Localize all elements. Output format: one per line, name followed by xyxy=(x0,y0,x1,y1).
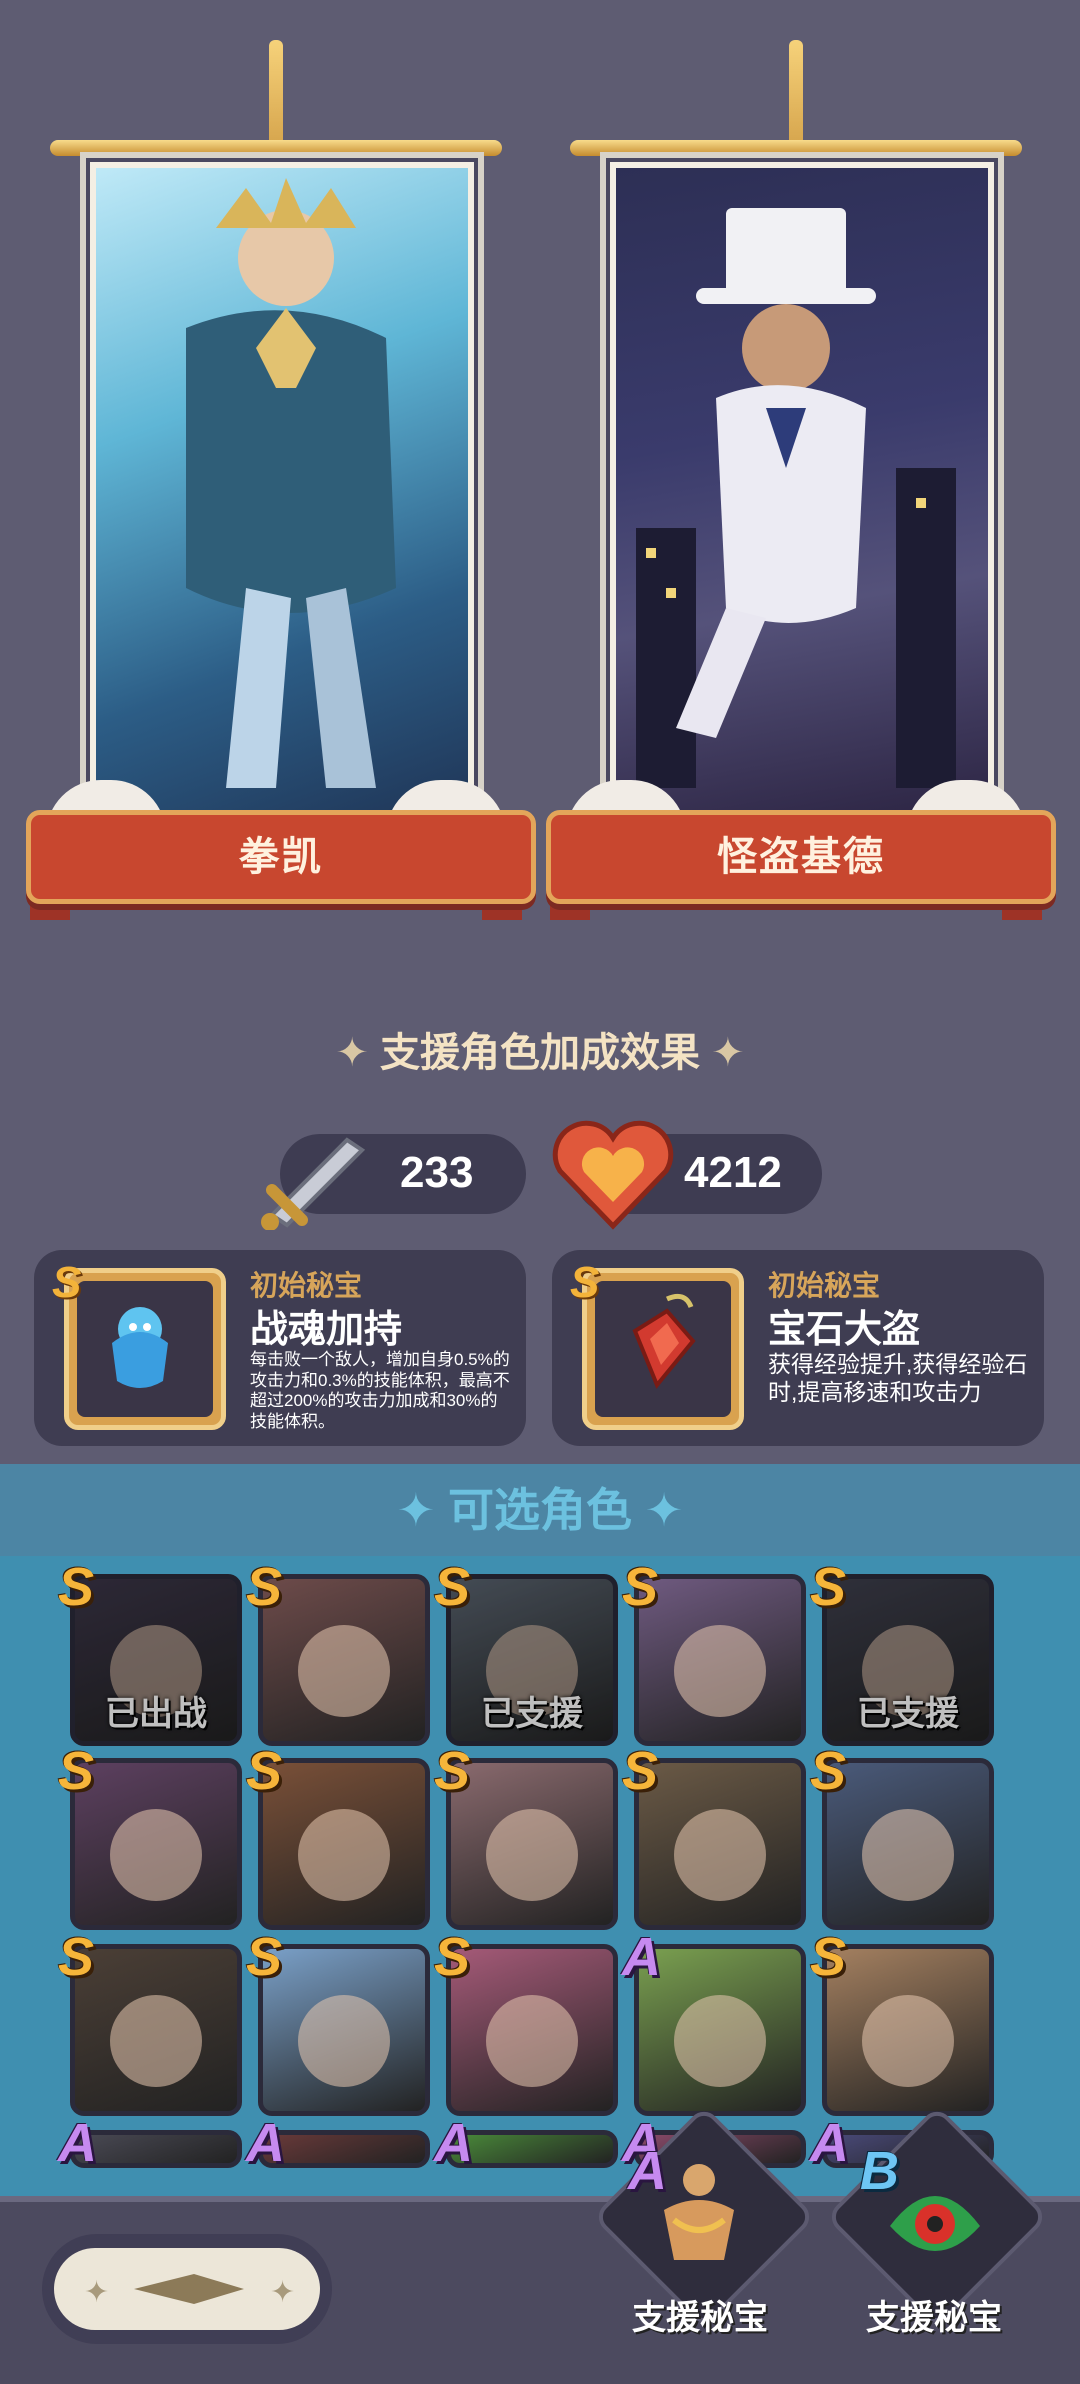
hero-name-ribbon: 拳凯 xyxy=(26,810,536,904)
character-grade-badge: S xyxy=(622,1557,659,1617)
character-status: 已支援 xyxy=(481,1695,583,1733)
character-grade-badge: A xyxy=(58,2113,97,2173)
ornament-icon: ✦ xyxy=(396,1484,448,1536)
featured-hero-2[interactable]: 怪盗基德 xyxy=(546,40,1056,940)
treasure-icon-box xyxy=(64,1268,226,1430)
hero-name-ribbon: 怪盗基德 xyxy=(546,810,1056,904)
character-portrait xyxy=(862,1995,954,2087)
character-portrait xyxy=(674,1995,766,2087)
treasure-icon-box xyxy=(582,1268,744,1430)
hero-name: 怪盗基德 xyxy=(717,835,885,879)
roster-character-tile[interactable] xyxy=(446,1758,618,1930)
character-portrait xyxy=(298,1995,390,2087)
ornament-icon: ✦ xyxy=(711,1031,745,1075)
character-status: 已支援 xyxy=(857,1695,959,1733)
bonus-section-title: ✦ 支援角色加成效果 ✦ xyxy=(0,1020,1080,1078)
character-status: 已出战 xyxy=(105,1695,207,1733)
back-button[interactable]: ✦ ✦ xyxy=(42,2234,332,2344)
character-grade-badge: S xyxy=(434,1741,471,1801)
character-grade-badge: S xyxy=(434,1927,471,1987)
treasure-tier: S xyxy=(570,1258,600,1307)
sword-icon xyxy=(261,1137,366,1230)
bonus-title-text: 支援角色加成效果 xyxy=(380,1031,700,1075)
roster-character-tile[interactable]: 已支援 xyxy=(446,1574,618,1746)
roster-character-tile[interactable] xyxy=(634,1574,806,1746)
character-grade-badge: A xyxy=(246,2113,285,2173)
roster-title-text: 可选角色 xyxy=(448,1484,632,1536)
treasure-description: 每击败一个敌人，增加自身0.5%的攻击力和0.3%的技能体积，最高不超过200%… xyxy=(250,1350,510,1432)
svg-text:✦: ✦ xyxy=(84,2275,109,2310)
roster-character-tile[interactable] xyxy=(822,1758,994,1930)
character-grade-badge: S xyxy=(434,1557,471,1617)
character-grade-badge: S xyxy=(810,1741,847,1801)
treasure-card-2[interactable]: S 初始秘宝 宝石大盗 获得经验提升,获得经验石时,提高移速和攻击力 xyxy=(552,1250,1044,1446)
treasure-name: 宝石大盗 xyxy=(768,1309,921,1351)
hero-illustration xyxy=(186,178,396,788)
roster-character-tile[interactable] xyxy=(634,1758,806,1930)
character-portrait xyxy=(110,1809,202,1901)
character-grade-badge: S xyxy=(810,1927,847,1987)
character-grade-badge: S xyxy=(58,1557,95,1617)
character-grade-badge: S xyxy=(246,1927,283,1987)
hero-illustration xyxy=(636,208,956,788)
character-grade-badge: S xyxy=(810,1557,847,1617)
support-slot-grade: A xyxy=(628,2141,667,2201)
treasure-description: 获得经验提升,获得经验石时,提高移速和攻击力 xyxy=(768,1351,1028,1406)
character-portrait xyxy=(486,1809,578,1901)
character-grade-badge: A xyxy=(434,2113,473,2173)
treasure-tier: S xyxy=(52,1258,82,1307)
character-portrait xyxy=(298,1809,390,1901)
character-portrait xyxy=(110,1995,202,2087)
character-portrait xyxy=(75,2135,237,2168)
roster-character-tile[interactable] xyxy=(822,1944,994,2116)
character-grade-badge: A xyxy=(622,1927,661,1987)
support-slot-label: 支援秘宝 xyxy=(866,2299,1002,2337)
roster-character-tile[interactable]: 已支援 xyxy=(822,1574,994,1746)
character-grade-badge: S xyxy=(58,1927,95,1987)
roster-character-tile[interactable] xyxy=(258,1574,430,1746)
roster-character-tile[interactable] xyxy=(70,1944,242,2116)
back-button-face: ✦ ✦ xyxy=(54,2248,320,2330)
hero-name: 拳凯 xyxy=(239,835,323,879)
character-portrait xyxy=(486,1995,578,2087)
gem-icon xyxy=(632,1293,696,1389)
arrow-ornament-icon: ✦ ✦ xyxy=(84,2274,295,2310)
character-portrait xyxy=(298,1625,390,1717)
character-portrait xyxy=(451,2135,613,2168)
attack-value: 233 xyxy=(400,1148,474,1197)
character-grade-badge: A xyxy=(810,2113,849,2173)
roster-character-tile[interactable] xyxy=(446,1944,618,2116)
support-slot-label: 支援秘宝 xyxy=(632,2299,768,2337)
roster-character-tile[interactable] xyxy=(70,1758,242,1930)
character-grade-badge: S xyxy=(246,1557,283,1617)
hero-portrait-art xyxy=(96,168,468,828)
character-portrait xyxy=(263,2135,425,2168)
ornament-icon: ✦ xyxy=(632,1484,684,1536)
roster-title: ✦ 可选角色 ✦ xyxy=(0,1464,1080,1556)
roster-character-tile[interactable] xyxy=(258,1944,430,2116)
support-slot-grade: B xyxy=(860,2141,899,2201)
treasure-icon xyxy=(595,1281,731,1417)
treasure-card-1[interactable]: S 初始秘宝 战魂加持 每击败一个敌人，增加自身0.5%的攻击力和0.3%的技能… xyxy=(34,1250,526,1446)
character-portrait xyxy=(674,1625,766,1717)
roster-character-tile[interactable]: 已出战 xyxy=(70,1574,242,1746)
roster-character-tile[interactable] xyxy=(258,1758,430,1930)
character-grade-badge: S xyxy=(246,1741,283,1801)
treasure-icon xyxy=(77,1281,213,1417)
character-portrait xyxy=(674,1809,766,1901)
hero-portrait-art xyxy=(616,168,988,828)
heart-icon xyxy=(552,1120,674,1230)
ornament-icon: ✦ xyxy=(335,1031,380,1075)
character-portrait xyxy=(862,1809,954,1901)
svg-text:✦: ✦ xyxy=(270,2275,295,2310)
spirit-icon xyxy=(112,1307,168,1388)
hp-value: 4212 xyxy=(684,1148,782,1197)
character-grade-badge: S xyxy=(58,1741,95,1801)
treasure-name: 战魂加持 xyxy=(250,1309,403,1351)
featured-hero-1[interactable]: 拳凯 xyxy=(26,40,536,940)
character-grade-badge: S xyxy=(622,1741,659,1801)
